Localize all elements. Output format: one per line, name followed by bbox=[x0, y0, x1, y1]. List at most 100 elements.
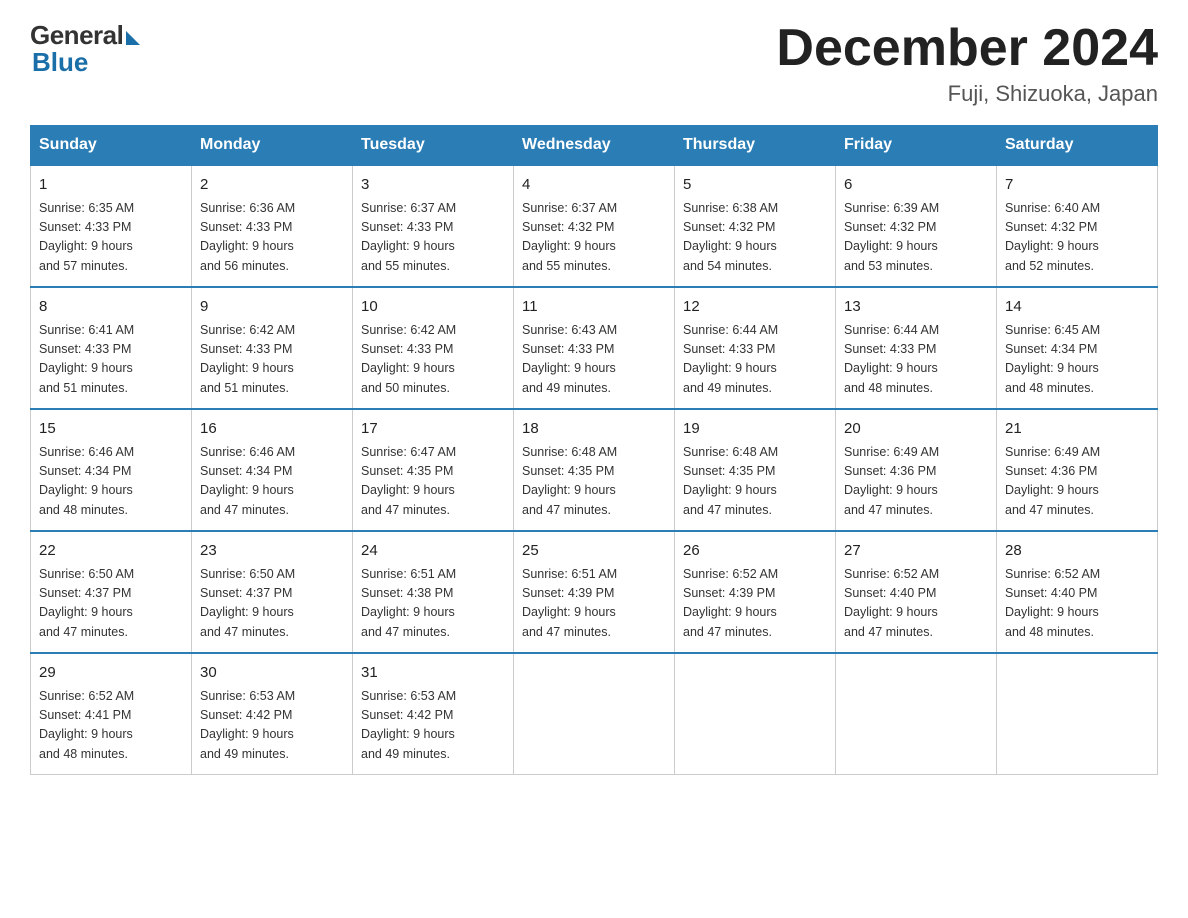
day-number: 6 bbox=[844, 174, 988, 197]
day-info: Sunrise: 6:45 AMSunset: 4:34 PMDaylight:… bbox=[1005, 321, 1149, 399]
title-block: December 2024 Fuji, Shizuoka, Japan bbox=[776, 20, 1158, 107]
calendar-cell: 10Sunrise: 6:42 AMSunset: 4:33 PMDayligh… bbox=[353, 287, 514, 409]
day-number: 16 bbox=[200, 418, 344, 441]
calendar-cell: 25Sunrise: 6:51 AMSunset: 4:39 PMDayligh… bbox=[514, 531, 675, 653]
day-info: Sunrise: 6:49 AMSunset: 4:36 PMDaylight:… bbox=[844, 443, 988, 521]
calendar-cell: 17Sunrise: 6:47 AMSunset: 4:35 PMDayligh… bbox=[353, 409, 514, 531]
location-text: Fuji, Shizuoka, Japan bbox=[776, 81, 1158, 107]
logo: General Blue bbox=[30, 20, 140, 78]
weekday-header-sunday: Sunday bbox=[31, 126, 192, 166]
weekday-header-tuesday: Tuesday bbox=[353, 126, 514, 166]
weekday-header-saturday: Saturday bbox=[997, 126, 1158, 166]
day-number: 27 bbox=[844, 540, 988, 563]
day-info: Sunrise: 6:52 AMSunset: 4:39 PMDaylight:… bbox=[683, 565, 827, 643]
day-number: 13 bbox=[844, 296, 988, 319]
weekday-header-thursday: Thursday bbox=[675, 126, 836, 166]
calendar-cell: 6Sunrise: 6:39 AMSunset: 4:32 PMDaylight… bbox=[836, 165, 997, 287]
calendar-cell: 30Sunrise: 6:53 AMSunset: 4:42 PMDayligh… bbox=[192, 653, 353, 775]
day-info: Sunrise: 6:49 AMSunset: 4:36 PMDaylight:… bbox=[1005, 443, 1149, 521]
day-info: Sunrise: 6:51 AMSunset: 4:39 PMDaylight:… bbox=[522, 565, 666, 643]
day-number: 4 bbox=[522, 174, 666, 197]
calendar-cell: 11Sunrise: 6:43 AMSunset: 4:33 PMDayligh… bbox=[514, 287, 675, 409]
day-info: Sunrise: 6:48 AMSunset: 4:35 PMDaylight:… bbox=[522, 443, 666, 521]
calendar-cell: 26Sunrise: 6:52 AMSunset: 4:39 PMDayligh… bbox=[675, 531, 836, 653]
calendar-cell: 23Sunrise: 6:50 AMSunset: 4:37 PMDayligh… bbox=[192, 531, 353, 653]
calendar-cell: 31Sunrise: 6:53 AMSunset: 4:42 PMDayligh… bbox=[353, 653, 514, 775]
day-info: Sunrise: 6:46 AMSunset: 4:34 PMDaylight:… bbox=[200, 443, 344, 521]
calendar-cell bbox=[675, 653, 836, 775]
day-number: 28 bbox=[1005, 540, 1149, 563]
day-number: 12 bbox=[683, 296, 827, 319]
weekday-header-row: SundayMondayTuesdayWednesdayThursdayFrid… bbox=[31, 126, 1158, 166]
calendar-cell: 13Sunrise: 6:44 AMSunset: 4:33 PMDayligh… bbox=[836, 287, 997, 409]
day-info: Sunrise: 6:39 AMSunset: 4:32 PMDaylight:… bbox=[844, 199, 988, 277]
calendar-cell: 5Sunrise: 6:38 AMSunset: 4:32 PMDaylight… bbox=[675, 165, 836, 287]
calendar-cell: 18Sunrise: 6:48 AMSunset: 4:35 PMDayligh… bbox=[514, 409, 675, 531]
month-title: December 2024 bbox=[776, 20, 1158, 77]
calendar-cell: 4Sunrise: 6:37 AMSunset: 4:32 PMDaylight… bbox=[514, 165, 675, 287]
calendar-cell: 20Sunrise: 6:49 AMSunset: 4:36 PMDayligh… bbox=[836, 409, 997, 531]
day-number: 10 bbox=[361, 296, 505, 319]
day-number: 11 bbox=[522, 296, 666, 319]
day-info: Sunrise: 6:52 AMSunset: 4:40 PMDaylight:… bbox=[844, 565, 988, 643]
day-info: Sunrise: 6:35 AMSunset: 4:33 PMDaylight:… bbox=[39, 199, 183, 277]
day-info: Sunrise: 6:44 AMSunset: 4:33 PMDaylight:… bbox=[844, 321, 988, 399]
day-number: 18 bbox=[522, 418, 666, 441]
calendar-cell: 21Sunrise: 6:49 AMSunset: 4:36 PMDayligh… bbox=[997, 409, 1158, 531]
day-info: Sunrise: 6:42 AMSunset: 4:33 PMDaylight:… bbox=[361, 321, 505, 399]
calendar-week-row: 8Sunrise: 6:41 AMSunset: 4:33 PMDaylight… bbox=[31, 287, 1158, 409]
calendar-week-row: 22Sunrise: 6:50 AMSunset: 4:37 PMDayligh… bbox=[31, 531, 1158, 653]
calendar-cell: 15Sunrise: 6:46 AMSunset: 4:34 PMDayligh… bbox=[31, 409, 192, 531]
day-number: 3 bbox=[361, 174, 505, 197]
day-info: Sunrise: 6:53 AMSunset: 4:42 PMDaylight:… bbox=[361, 687, 505, 765]
day-info: Sunrise: 6:50 AMSunset: 4:37 PMDaylight:… bbox=[39, 565, 183, 643]
calendar-cell bbox=[836, 653, 997, 775]
day-number: 23 bbox=[200, 540, 344, 563]
calendar-week-row: 15 Sunrise: 6:46 AMSunset: 4:34 PMDayligh… bbox=[31, 409, 1158, 531]
day-number: 29 bbox=[39, 662, 183, 685]
logo-blue-text: Blue bbox=[32, 47, 88, 78]
calendar-cell: 3Sunrise: 6:37 AMSunset: 4:33 PMDaylight… bbox=[353, 165, 514, 287]
day-number: 21 bbox=[1005, 418, 1149, 441]
day-info: Sunrise: 6:53 AMSunset: 4:42 PMDaylight:… bbox=[200, 687, 344, 765]
day-number: 1 bbox=[39, 174, 183, 197]
day-number: 7 bbox=[1005, 174, 1149, 197]
calendar-table: SundayMondayTuesdayWednesdayThursdayFrid… bbox=[30, 125, 1158, 775]
day-info: Sunrise: 6:42 AMSunset: 4:33 PMDaylight:… bbox=[200, 321, 344, 399]
day-info: Sunrise: 6:41 AMSunset: 4:33 PMDaylight:… bbox=[39, 321, 183, 399]
day-number: 14 bbox=[1005, 296, 1149, 319]
day-info: Sunrise: 6:51 AMSunset: 4:38 PMDaylight:… bbox=[361, 565, 505, 643]
day-info: Sunrise: 6:37 AMSunset: 4:33 PMDaylight:… bbox=[361, 199, 505, 277]
day-info: Sunrise: 6:52 AMSunset: 4:40 PMDaylight:… bbox=[1005, 565, 1149, 643]
calendar-cell: 19Sunrise: 6:48 AMSunset: 4:35 PMDayligh… bbox=[675, 409, 836, 531]
day-info: Sunrise: 6:43 AMSunset: 4:33 PMDaylight:… bbox=[522, 321, 666, 399]
day-number: 5 bbox=[683, 174, 827, 197]
day-info: Sunrise: 6:36 AMSunset: 4:33 PMDaylight:… bbox=[200, 199, 344, 277]
day-number: 25 bbox=[522, 540, 666, 563]
calendar-cell: 29Sunrise: 6:52 AMSunset: 4:41 PMDayligh… bbox=[31, 653, 192, 775]
day-number: 19 bbox=[683, 418, 827, 441]
day-number: 20 bbox=[844, 418, 988, 441]
day-number: 9 bbox=[200, 296, 344, 319]
calendar-cell: 28Sunrise: 6:52 AMSunset: 4:40 PMDayligh… bbox=[997, 531, 1158, 653]
page-header: General Blue December 2024 Fuji, Shizuok… bbox=[30, 20, 1158, 107]
calendar-cell: 8Sunrise: 6:41 AMSunset: 4:33 PMDaylight… bbox=[31, 287, 192, 409]
day-number: 15 bbox=[39, 418, 183, 441]
day-number: 8 bbox=[39, 296, 183, 319]
day-number: 31 bbox=[361, 662, 505, 685]
day-number: 24 bbox=[361, 540, 505, 563]
calendar-cell bbox=[997, 653, 1158, 775]
day-number: 2 bbox=[200, 174, 344, 197]
calendar-cell: 27Sunrise: 6:52 AMSunset: 4:40 PMDayligh… bbox=[836, 531, 997, 653]
calendar-week-row: 29Sunrise: 6:52 AMSunset: 4:41 PMDayligh… bbox=[31, 653, 1158, 775]
day-number: 30 bbox=[200, 662, 344, 685]
weekday-header-wednesday: Wednesday bbox=[514, 126, 675, 166]
calendar-cell: 16Sunrise: 6:46 AMSunset: 4:34 PMDayligh… bbox=[192, 409, 353, 531]
calendar-cell: 12Sunrise: 6:44 AMSunset: 4:33 PMDayligh… bbox=[675, 287, 836, 409]
day-info: Sunrise: 6:47 AMSunset: 4:35 PMDaylight:… bbox=[361, 443, 505, 521]
day-info: Sunrise: 6:38 AMSunset: 4:32 PMDaylight:… bbox=[683, 199, 827, 277]
day-info: Sunrise: 6:52 AMSunset: 4:41 PMDaylight:… bbox=[39, 687, 183, 765]
day-number: 17 bbox=[361, 418, 505, 441]
day-number: 22 bbox=[39, 540, 183, 563]
calendar-cell: 22Sunrise: 6:50 AMSunset: 4:37 PMDayligh… bbox=[31, 531, 192, 653]
